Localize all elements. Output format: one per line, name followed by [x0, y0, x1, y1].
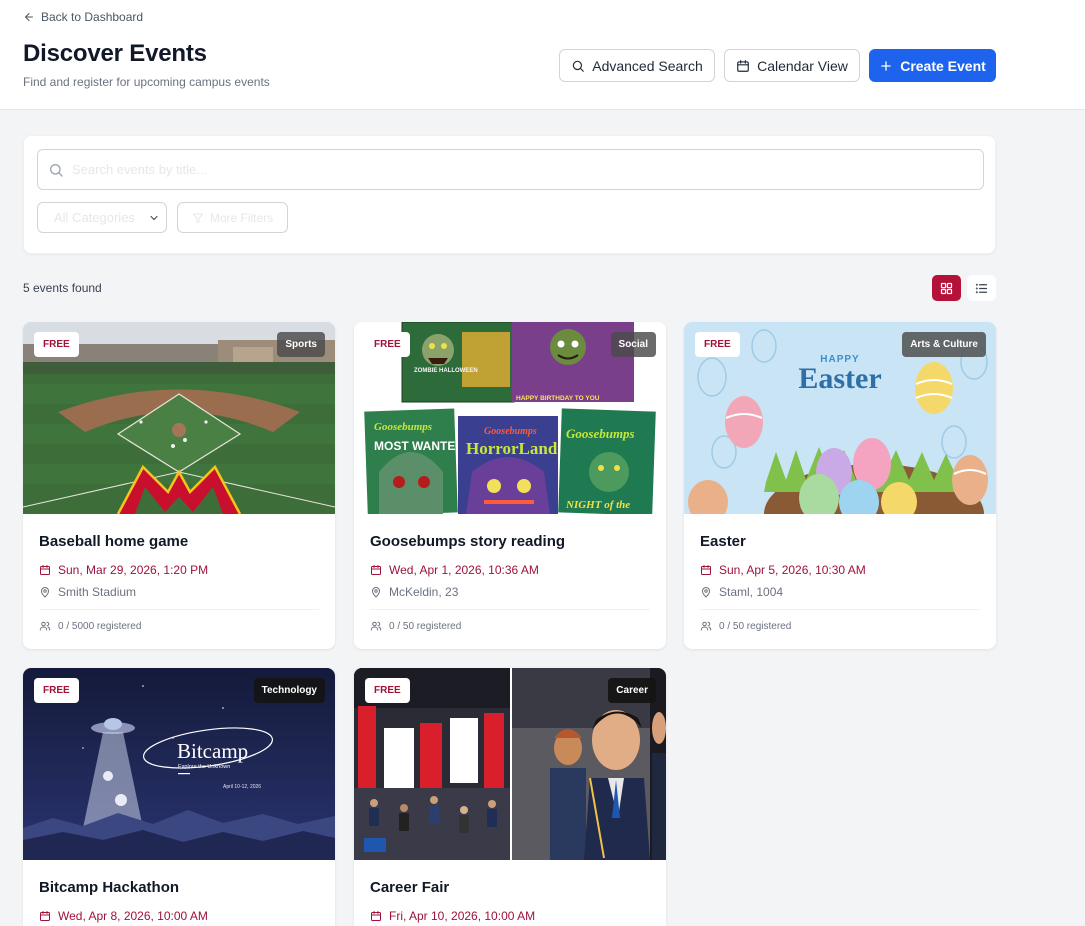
map-pin-icon	[701, 587, 711, 598]
event-date: Wed, Apr 8, 2026, 10:00 AM	[39, 909, 208, 923]
event-location: Staml, 1004	[700, 585, 783, 599]
event-registration-text: 0 / 50 registered	[719, 620, 792, 632]
page-header: Back to Dashboard Discover Events Find a…	[0, 0, 1085, 110]
event-title: Baseball home game	[39, 533, 189, 550]
price-badge: FREE	[365, 332, 410, 357]
event-date: Sun, Apr 5, 2026, 10:30 AM	[700, 563, 866, 577]
users-icon	[370, 621, 382, 631]
event-location: McKeldin, 23	[370, 585, 458, 599]
category-badge: Technology	[253, 678, 325, 703]
map-pin-icon	[371, 587, 381, 598]
book-brand-3: Goosebumps	[374, 421, 432, 433]
calendar-view-label: Calendar View	[757, 57, 848, 74]
book-title-2: HAPPY BIRTHDAY TO YOU	[516, 395, 600, 402]
event-date-text: Sun, Apr 5, 2026, 10:30 AM	[719, 563, 866, 577]
category-select[interactable]: All Categories	[37, 202, 167, 233]
event-card[interactable]: FREE Career Career Fair Fri, Apr 10, 202…	[354, 668, 666, 926]
calendar-icon	[40, 911, 50, 921]
event-title: Career Fair	[370, 879, 450, 896]
category-badge: Arts & Culture	[902, 332, 986, 357]
bitcamp-dates-text: April 10-12, 2026	[223, 784, 261, 790]
grid-icon	[940, 282, 953, 294]
category-badge: Sports	[277, 332, 325, 357]
chevron-down-icon	[150, 215, 158, 220]
event-location-text: Smith Stadium	[58, 585, 137, 599]
more-filters-button[interactable]: More Filters	[177, 202, 288, 233]
filter-icon	[192, 213, 203, 223]
grid-view-toggle[interactable]	[932, 275, 961, 301]
calendar-icon	[371, 565, 381, 575]
event-date: Wed, Apr 1, 2026, 10:36 AM	[370, 563, 539, 577]
back-link-label: Back to Dashboard	[41, 10, 144, 24]
event-date-text: Fri, Apr 10, 2026, 10:00 AM	[389, 909, 536, 923]
divider	[39, 609, 319, 610]
price-badge: FREE	[365, 678, 410, 703]
book-brand-5: Goosebumps	[566, 426, 635, 441]
search-box[interactable]	[37, 149, 984, 190]
price-badge: FREE	[695, 332, 740, 357]
page-title: Discover Events	[23, 40, 207, 67]
calendar-icon	[701, 565, 711, 575]
page-subtitle: Find and register for upcoming campus ev…	[23, 75, 270, 89]
arrow-left-icon	[25, 13, 33, 21]
calendar-icon	[737, 59, 749, 72]
bitcamp-logo-text: Bitcamp	[177, 739, 248, 763]
event-registration: 0 / 50 registered	[370, 620, 461, 632]
search-icon	[50, 163, 63, 177]
book-title-5: NIGHT of the	[565, 499, 630, 511]
event-registration: 0 / 5000 registered	[39, 620, 141, 632]
event-title: Bitcamp Hackathon	[39, 879, 180, 896]
event-title: Goosebumps story reading	[370, 533, 566, 550]
event-location: Smith Stadium	[39, 585, 136, 599]
book-title-4: HorrorLand	[466, 439, 558, 458]
event-registration-text: 0 / 5000 registered	[58, 620, 142, 632]
event-registration-text: 0 / 50 registered	[389, 620, 462, 632]
advanced-search-label: Advanced Search	[592, 57, 703, 74]
event-date: Fri, Apr 10, 2026, 10:00 AM	[370, 909, 535, 923]
price-badge: FREE	[34, 678, 79, 703]
list-icon	[975, 283, 988, 293]
filter-panel: All Categories More Filters	[23, 135, 996, 254]
results-count: 5 events found	[23, 281, 102, 295]
event-location-text: McKeldin, 23	[389, 585, 459, 599]
users-icon	[39, 621, 51, 631]
back-to-dashboard-link[interactable]: Back to Dashboard	[23, 10, 143, 24]
book-brand-4: Goosebumps	[484, 426, 537, 437]
calendar-view-button[interactable]: Calendar View	[724, 49, 860, 82]
create-event-button[interactable]: Create Event	[869, 49, 996, 82]
event-card[interactable]: ZOMBIE HALLOWEEN HAPPY BIRTHDAY TO YOU G…	[354, 322, 666, 649]
book-title-1: ZOMBIE HALLOWEEN	[414, 368, 478, 374]
event-location-text: Staml, 1004	[719, 585, 784, 599]
event-date-text: Wed, Apr 8, 2026, 10:00 AM	[58, 909, 208, 923]
calendar-icon	[40, 565, 50, 575]
event-title: Easter	[700, 533, 746, 550]
event-card[interactable]: HAPPY Easter FREE Arts & Culture Easter …	[684, 322, 996, 649]
event-date-text: Wed, Apr 1, 2026, 10:36 AM	[389, 563, 539, 577]
price-badge: FREE	[34, 332, 79, 357]
category-badge: Social	[610, 332, 656, 357]
plus-icon	[881, 60, 891, 71]
advanced-search-button[interactable]: Advanced Search	[559, 49, 715, 82]
divider	[370, 609, 650, 610]
map-pin-icon	[40, 587, 50, 598]
event-date: Sun, Mar 29, 2026, 1:20 PM	[39, 563, 208, 577]
search-icon	[572, 60, 585, 72]
event-card[interactable]: Bitcamp Explore the Unknown April 10-12,…	[23, 668, 335, 926]
easter-title-text: Easter	[798, 362, 881, 395]
book-title-3: MOST WANTED	[374, 439, 464, 453]
users-icon	[700, 621, 712, 631]
category-badge: Career	[608, 678, 656, 703]
calendar-icon	[371, 911, 381, 921]
category-select-value: All Categories	[54, 210, 135, 225]
event-card[interactable]: FREE Sports Baseball home game Sun, Mar …	[23, 322, 335, 649]
divider	[700, 609, 980, 610]
bitcamp-tagline-text: Explore the Unknown	[178, 764, 230, 770]
event-date-text: Sun, Mar 29, 2026, 1:20 PM	[58, 563, 209, 577]
more-filters-label: More Filters	[209, 210, 274, 225]
event-registration: 0 / 50 registered	[700, 620, 791, 632]
list-view-toggle[interactable]	[967, 275, 996, 301]
search-input[interactable]	[72, 162, 952, 177]
create-event-label: Create Event	[900, 57, 986, 74]
